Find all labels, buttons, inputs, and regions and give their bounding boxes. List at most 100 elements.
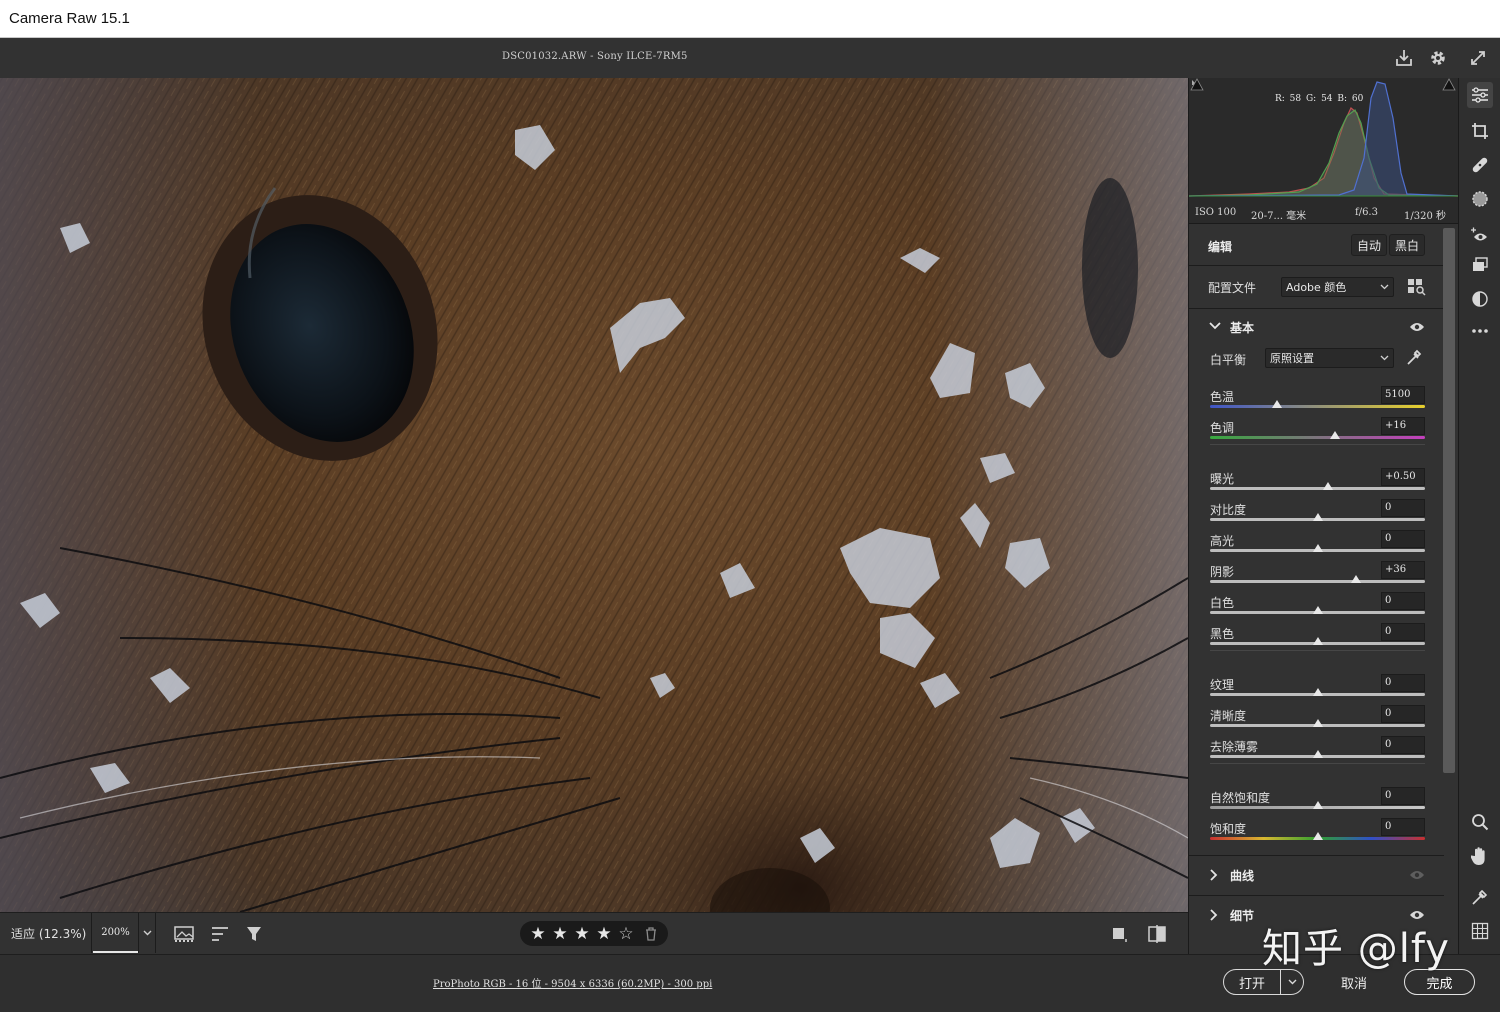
slider-thumb[interactable] xyxy=(1271,400,1282,408)
chevron-down-icon xyxy=(1288,979,1296,985)
panel-scrollbar[interactable] xyxy=(1443,228,1455,773)
hand-tool[interactable] xyxy=(1467,843,1493,869)
section-divider xyxy=(1210,650,1425,651)
eye-icon[interactable] xyxy=(1409,321,1425,333)
slider-thumb[interactable] xyxy=(1312,750,1323,758)
white-balance-select[interactable]: 原照设置 xyxy=(1265,348,1394,368)
slider-track[interactable] xyxy=(1210,487,1425,490)
slider-value-field[interactable]: 0 xyxy=(1381,623,1425,641)
more-tools[interactable] xyxy=(1467,318,1493,344)
single-view-icon[interactable] xyxy=(1107,923,1131,945)
curve-section-header[interactable]: 曲线 xyxy=(1189,855,1444,893)
basic-section-header[interactable]: 基本 xyxy=(1189,308,1444,346)
star-4[interactable]: ★ xyxy=(595,924,613,944)
profile-select[interactable]: Adobe 颜色 xyxy=(1281,277,1394,297)
window-titlebar: Camera Raw 15.1 xyxy=(0,0,1500,38)
save-image-icon[interactable] xyxy=(1392,46,1416,70)
edit-tool[interactable] xyxy=(1467,82,1493,108)
slider-row: 饱和度 0 xyxy=(1189,818,1444,851)
zoom-tool[interactable] xyxy=(1467,809,1493,835)
magnifier-icon xyxy=(1472,814,1489,831)
slider-value-field[interactable]: 0 xyxy=(1381,674,1425,692)
slider-row: 色调 +16 xyxy=(1189,417,1444,450)
slider-value-field[interactable]: 0 xyxy=(1381,705,1425,723)
slider-track[interactable] xyxy=(1210,580,1425,583)
slider-value-field[interactable]: 0 xyxy=(1381,787,1425,805)
black-white-button[interactable]: 黑白 xyxy=(1389,234,1426,256)
slider-thumb[interactable] xyxy=(1312,637,1323,645)
color-sampler-tool[interactable] xyxy=(1467,884,1493,910)
slider-thumb[interactable] xyxy=(1312,688,1323,696)
slider-value-field[interactable]: +36 xyxy=(1381,561,1425,579)
trash-icon[interactable] xyxy=(645,926,659,941)
presets-tool[interactable] xyxy=(1467,286,1493,312)
filmstrip-icon[interactable] xyxy=(173,923,197,945)
slider-thumb[interactable] xyxy=(1351,575,1362,583)
slider-value-field[interactable]: 5100 xyxy=(1381,386,1425,404)
snapshots-tool[interactable] xyxy=(1467,252,1493,278)
window-title: Camera Raw 15.1 xyxy=(9,10,130,27)
curve-section-title: 曲线 xyxy=(1230,869,1255,883)
bandage-icon xyxy=(1472,157,1488,173)
star-5[interactable]: ☆ xyxy=(617,924,635,944)
slider-thumb[interactable] xyxy=(1312,801,1323,809)
star-2[interactable]: ★ xyxy=(551,924,569,944)
slider-label: 高光 xyxy=(1210,534,1235,548)
slider-value-field[interactable]: 0 xyxy=(1381,736,1425,754)
zoom-dropdown[interactable] xyxy=(138,913,156,953)
slider-row: 纹理 0 xyxy=(1189,674,1444,707)
slider-thumb[interactable] xyxy=(1312,832,1323,840)
slider-thumb[interactable] xyxy=(1312,719,1323,727)
eyedropper-icon[interactable] xyxy=(1405,347,1423,367)
fullscreen-icon[interactable] xyxy=(1466,46,1490,70)
profile-browser-icon[interactable] xyxy=(1407,278,1427,296)
healing-tool[interactable] xyxy=(1467,152,1493,178)
edit-header: 编辑 自动 黑白 xyxy=(1189,224,1444,266)
slider-thumb[interactable] xyxy=(1312,544,1323,552)
slider-thumb[interactable] xyxy=(1312,606,1323,614)
slider-value-field[interactable]: 0 xyxy=(1381,818,1425,836)
slider-value-field[interactable]: 0 xyxy=(1381,592,1425,610)
white-balance-row: 白平衡 原照设置 xyxy=(1189,347,1444,381)
slider-track[interactable] xyxy=(1210,436,1425,439)
masking-tool[interactable] xyxy=(1467,186,1493,212)
edit-panel: R: 58 G: 54 B: 60 ISO 100 20-7... 毫米 f/6… xyxy=(1188,78,1458,954)
slider-value-field[interactable]: 0 xyxy=(1381,530,1425,548)
fit-zoom-button[interactable]: 适应 (12.3%) xyxy=(0,913,92,953)
chevron-right-icon xyxy=(1210,869,1218,881)
exif-shutter: 1/320 秒 xyxy=(1404,211,1446,222)
filter-icon[interactable] xyxy=(242,923,266,945)
slider-row: 色温 5100 xyxy=(1189,386,1444,419)
slider-label: 白色 xyxy=(1210,596,1235,610)
star-3[interactable]: ★ xyxy=(573,924,591,944)
white-balance-label: 白平衡 xyxy=(1210,353,1247,367)
top-bar: DSC01032.ARW - Sony ILCE-7RM5 xyxy=(0,38,1500,78)
workflow-options-link[interactable]: ProPhoto RGB - 16 位 - 9504 x 6336 (60.2M… xyxy=(433,975,712,990)
chevron-down-icon xyxy=(1380,355,1389,361)
star-1[interactable]: ★ xyxy=(529,924,547,944)
red-eye-icon xyxy=(1471,227,1487,241)
slider-value-field[interactable]: 0 xyxy=(1381,499,1425,517)
grid-tool[interactable] xyxy=(1467,918,1493,944)
sort-icon[interactable] xyxy=(208,923,232,945)
zoom-200-button[interactable]: 200% xyxy=(93,913,138,953)
slider-thumb[interactable] xyxy=(1312,513,1323,521)
exif-iso: ISO 100 xyxy=(1195,207,1237,218)
star-rating[interactable]: ★ ★ ★ ★ ☆ xyxy=(520,921,668,946)
crop-tool[interactable] xyxy=(1467,118,1493,144)
slider-label: 色温 xyxy=(1210,390,1235,404)
slider-label: 自然饱和度 xyxy=(1210,791,1271,805)
slider-value-field[interactable]: +0.50 xyxy=(1381,468,1425,486)
slider-thumb[interactable] xyxy=(1329,431,1340,439)
gear-icon[interactable] xyxy=(1426,46,1450,70)
red-eye-tool[interactable] xyxy=(1467,222,1493,248)
before-after-icon[interactable] xyxy=(1145,923,1169,945)
image-canvas[interactable] xyxy=(0,78,1188,912)
eye-icon[interactable] xyxy=(1409,869,1425,881)
slider-value-field[interactable]: +16 xyxy=(1381,417,1425,435)
more-icon xyxy=(1472,329,1488,333)
slider-thumb[interactable] xyxy=(1323,482,1334,490)
slider-track[interactable] xyxy=(1210,405,1425,408)
auto-button[interactable]: 自动 xyxy=(1351,234,1388,256)
slider-row: 白色 0 xyxy=(1189,592,1444,625)
